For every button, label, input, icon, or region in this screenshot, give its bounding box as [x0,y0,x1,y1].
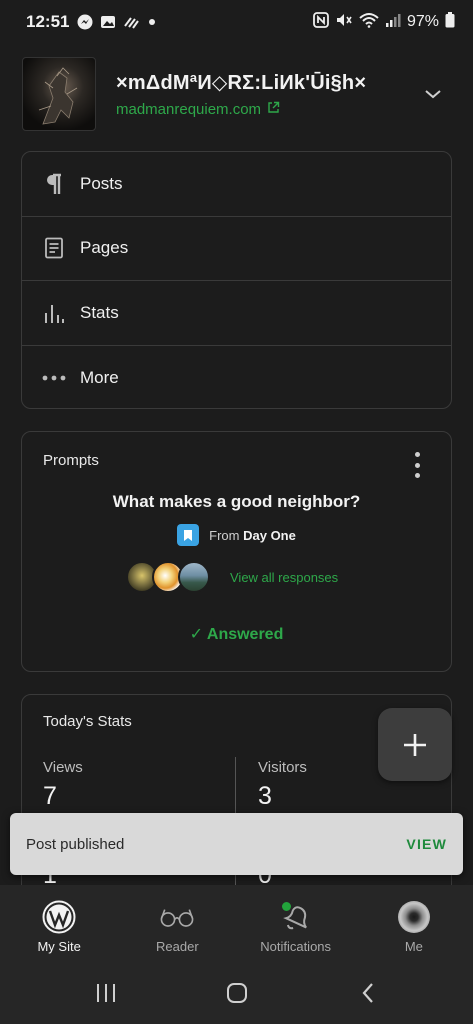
mute-icon [335,12,353,33]
site-switcher-chevron-down-icon[interactable] [418,79,448,109]
plus-icon [404,733,426,756]
site-url-link[interactable]: madmanrequiem.com [116,101,418,118]
nav-me[interactable]: Me [355,885,473,961]
stats-icon [42,301,66,325]
glasses-icon [159,899,195,935]
prompt-from-prefix: From [209,527,240,543]
nav-label: Me [404,939,423,954]
answered-status[interactable]: ✓ Answered [22,624,451,644]
wifi-icon [359,12,379,33]
nav-label: Reader [156,939,199,954]
notification-dot-icon [148,18,156,26]
avatar [178,561,210,593]
menu-item-more[interactable]: More [22,346,451,409]
menu-item-label: Pages [80,238,129,258]
menu-item-label: Posts [80,173,123,193]
bottom-navigation: My Site Reader Notifications Me [0,885,473,961]
prompts-card: Prompts What makes a good neighbor? From… [21,431,452,672]
site-title: ×mΔdMªИ◇RΣ:LiИk'Ūi§h× [116,72,367,94]
prompts-title: Prompts [43,452,99,469]
wifi-calling-icon [123,14,141,30]
create-fab-button[interactable] [378,708,452,781]
nav-label: Notifications [260,939,332,954]
prompt-question: What makes a good neighbor? [112,492,361,511]
notification-unread-dot [279,900,293,913]
battery-percent: 97% [406,13,439,30]
bell-icon [278,899,314,935]
external-link-icon [267,101,280,118]
gallery-icon [100,14,116,30]
page-icon [42,236,66,260]
stat-value: 7 [43,782,57,810]
menu-item-label: More [80,367,119,387]
home-icon[interactable] [217,973,257,1013]
nav-label: My Site [37,939,81,954]
wordpress-icon [41,899,77,935]
messenger-icon [77,14,93,30]
prompt-from-source: Day One [243,527,296,543]
prompt-source: From Day One [22,524,451,546]
avatar [396,899,432,935]
site-icon[interactable] [22,57,96,131]
menu-item-posts[interactable]: Posts [22,152,451,217]
stat-value: 3 [258,782,272,810]
view-all-responses-link[interactable]: View all responses [230,570,338,585]
snackbar-message: Post published [26,835,125,853]
todays-stats-title: Today's Stats [43,713,132,730]
back-icon[interactable] [348,973,388,1013]
menu-item-pages[interactable]: Pages [22,217,451,281]
status-bar: 12:51 97% [0,0,473,44]
stat-label: Visitors [258,759,307,776]
more-dots-icon [42,366,66,390]
bookmark-icon [177,524,200,546]
stat-label: Views [43,759,83,776]
nav-my-site[interactable]: My Site [0,885,118,961]
stat-visitors: Visitors 3 [258,759,307,811]
system-navigation-bar [0,961,473,1024]
prompt-responses[interactable]: View all responses [126,561,338,593]
nav-reader[interactable]: Reader [118,885,236,961]
site-header[interactable]: ×mΔdMªИ◇RΣ:LiИk'Ūi§h× madmanrequiem.com [22,56,452,132]
responder-avatars [126,561,210,593]
menu-item-label: Stats [80,302,119,322]
snackbar: Post published VIEW [10,813,463,875]
nav-notifications[interactable]: Notifications [237,885,355,961]
nfc-icon [313,11,329,33]
snackbar-view-button[interactable]: VIEW [406,836,447,852]
signal-icon [385,12,401,33]
paragraph-icon [42,172,66,196]
menu-item-stats[interactable]: Stats [22,281,451,346]
recent-apps-icon[interactable] [86,973,126,1013]
stat-views: Views 7 [43,759,83,811]
battery-icon [445,11,455,33]
status-time: 12:51 [26,12,70,31]
site-menu-card: Posts Pages Stats More [21,151,452,409]
prompts-menu-kebab-icon[interactable] [409,452,425,478]
site-url-text: madmanrequiem.com [116,101,262,118]
